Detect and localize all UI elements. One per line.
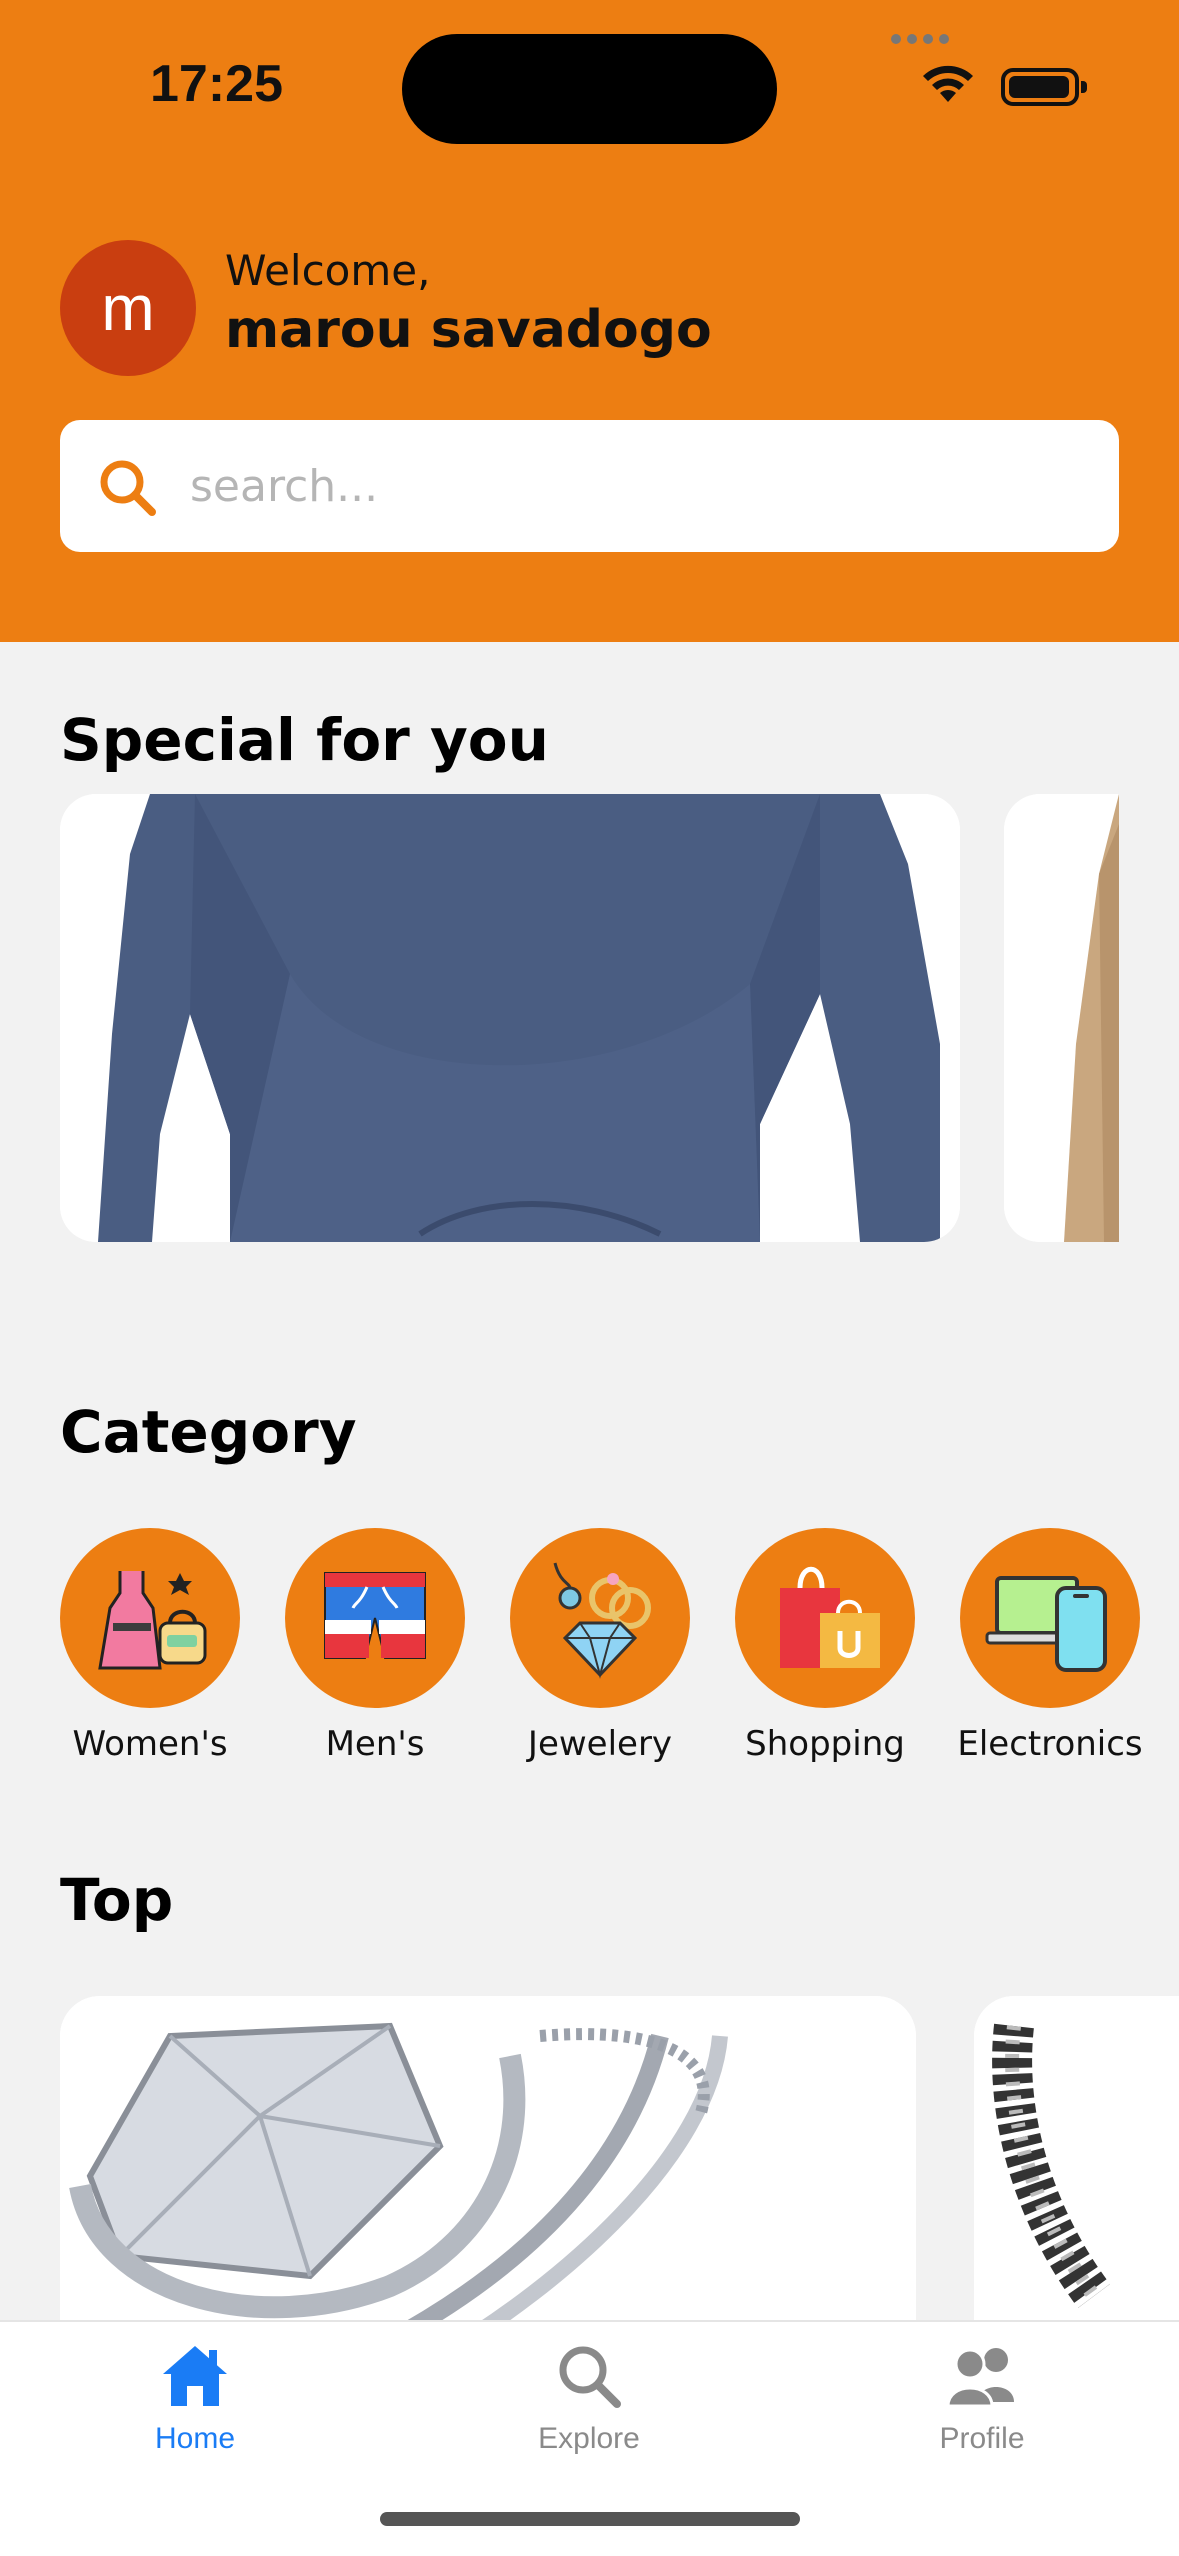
- tab-label: Home: [154, 2422, 236, 2455]
- search-icon: [100, 460, 156, 516]
- category-label: Electronics: [957, 1724, 1143, 1764]
- wifi-icon: [923, 65, 973, 102]
- jewelry-icon: [553, 1562, 651, 1679]
- product-image-sweater: [60, 794, 960, 1242]
- category-womens[interactable]: Women's: [40, 1528, 260, 1764]
- category-label: Women's: [72, 1724, 228, 1764]
- category-label: Shopping: [745, 1724, 905, 1764]
- avatar[interactable]: m: [60, 240, 196, 376]
- shopping-bags-icon: [780, 1566, 880, 1668]
- section-title-category: Category: [60, 1398, 357, 1466]
- category-shopping[interactable]: Shopping: [715, 1528, 935, 1764]
- status-time: 17:25: [150, 55, 283, 113]
- tab-profile[interactable]: Profile: [882, 2342, 1082, 2456]
- category-jewelery[interactable]: Jewelery: [490, 1528, 710, 1764]
- product-image-jacket: [1004, 794, 1119, 1242]
- battery-icon: [1001, 68, 1087, 106]
- category-label: Jewelery: [527, 1724, 673, 1764]
- womens-clothing-icon: [98, 1571, 207, 1670]
- product-image-bracelet: [974, 1996, 1179, 2356]
- user-name: marou savadogo: [225, 300, 712, 360]
- product-image-ring: [60, 1996, 916, 2356]
- mens-shorts-icon: [324, 1572, 426, 1659]
- electronics-icon: [985, 1576, 1107, 1672]
- search-bar[interactable]: [60, 420, 1119, 552]
- search-input[interactable]: [190, 450, 1070, 522]
- home-indicator[interactable]: [380, 2512, 800, 2526]
- tab-explore[interactable]: Explore: [489, 2342, 689, 2456]
- tab-label: Explore: [538, 2422, 640, 2455]
- section-title-special: Special for you: [60, 706, 549, 774]
- people-icon: [946, 2348, 1014, 2408]
- signal-icon: [891, 34, 949, 44]
- top-product-card[interactable]: [60, 1996, 916, 2356]
- category-label: Men's: [325, 1724, 425, 1764]
- search-icon: [559, 2346, 621, 2408]
- category-mens[interactable]: Men's: [265, 1528, 485, 1764]
- dynamic-island: [402, 34, 777, 144]
- header: 17:25 m Welcome, marou savadogo: [0, 0, 1179, 642]
- welcome-text: Welcome,: [225, 246, 431, 295]
- category-electronics[interactable]: Electronics: [940, 1528, 1160, 1764]
- section-title-top: Top: [60, 1866, 174, 1934]
- special-card[interactable]: [60, 794, 960, 1242]
- home-icon: [163, 2346, 227, 2406]
- special-card[interactable]: [1004, 794, 1119, 1242]
- tab-home[interactable]: Home: [95, 2342, 295, 2456]
- top-product-card[interactable]: [974, 1996, 1179, 2356]
- tab-label: Profile: [939, 2422, 1025, 2455]
